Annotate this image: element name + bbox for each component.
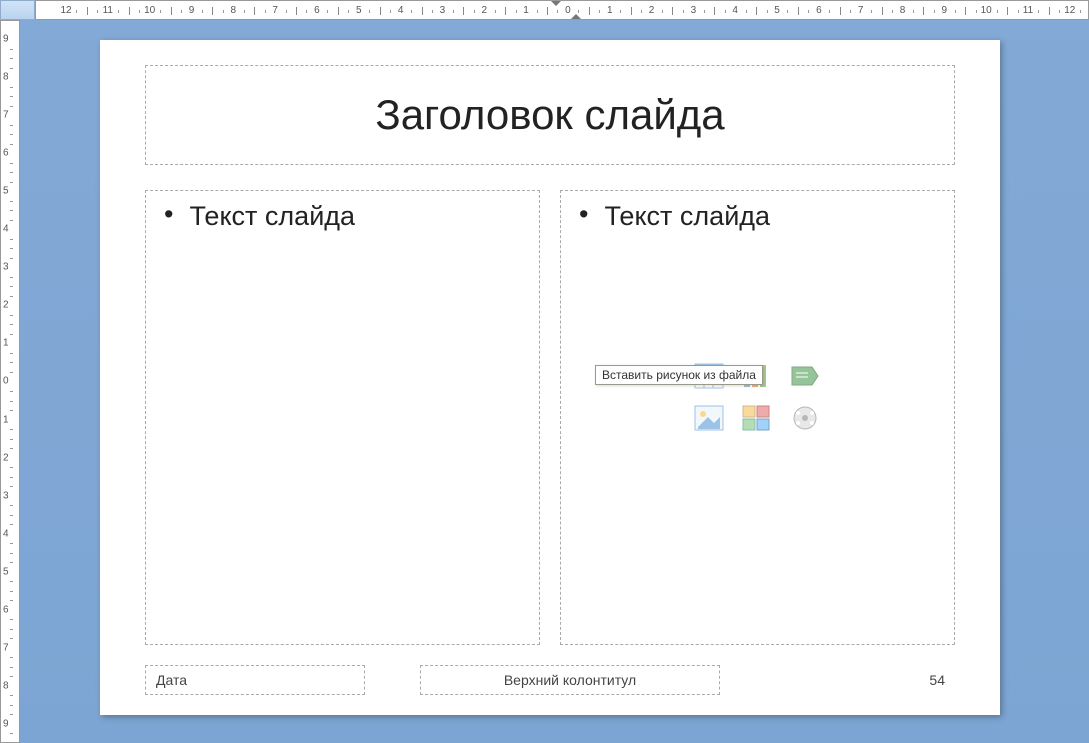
footer-page-text: 54 bbox=[929, 672, 945, 688]
vertical-ruler[interactable]: 9876543210123456789 bbox=[0, 20, 20, 743]
insert-smartart-icon[interactable] bbox=[787, 361, 823, 391]
insert-media-icon[interactable] bbox=[787, 403, 823, 433]
bullet-text: Текст слайда bbox=[189, 201, 355, 232]
ruler-corner bbox=[0, 0, 35, 20]
footer-date-placeholder[interactable]: Дата bbox=[145, 665, 365, 695]
bullet-text: Текст слайда bbox=[604, 201, 770, 232]
title-placeholder[interactable]: Заголовок слайда bbox=[145, 65, 955, 165]
bullet-item: Текст слайда bbox=[579, 201, 936, 232]
footer-page-number[interactable]: 54 bbox=[775, 665, 955, 695]
footer-date-text: Дата bbox=[156, 672, 187, 688]
bullet-item: Текст слайда bbox=[164, 201, 521, 232]
left-content-placeholder[interactable]: Текст слайда bbox=[145, 190, 540, 645]
footer-center-placeholder[interactable]: Верхний колонтитул bbox=[420, 665, 720, 695]
tooltip-text: Вставить рисунок из файла bbox=[602, 368, 756, 382]
tooltip: Вставить рисунок из файла bbox=[595, 365, 763, 385]
horizontal-ruler[interactable]: 1211109876543210123456789101112 bbox=[35, 0, 1089, 20]
insert-clipart-icon[interactable] bbox=[739, 403, 775, 433]
slide-canvas[interactable]: Заголовок слайда Текст слайда Текст слай… bbox=[100, 40, 1000, 715]
title-text: Заголовок слайда bbox=[375, 91, 724, 139]
insert-picture-icon[interactable] bbox=[691, 403, 727, 433]
right-content-placeholder[interactable]: Текст слайда bbox=[560, 190, 955, 645]
footer-center-text: Верхний колонтитул bbox=[504, 672, 636, 688]
